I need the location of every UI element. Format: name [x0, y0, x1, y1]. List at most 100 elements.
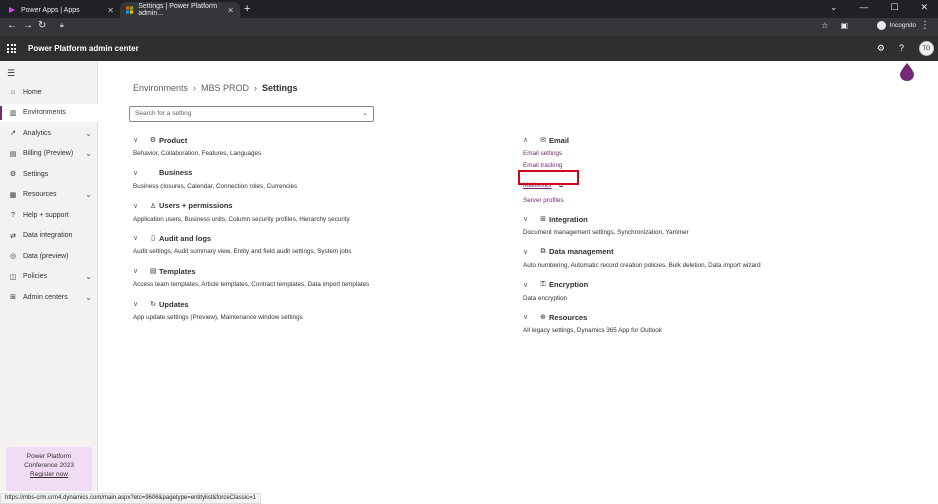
chevron-down-icon[interactable]: ∨ [133, 300, 143, 308]
group-header[interactable]: ∧ ✉ Email [523, 135, 569, 145]
help-icon: ? [11, 211, 15, 219]
help-icon[interactable]: ? [899, 43, 904, 54]
server-profiles-link[interactable]: Server profiles [523, 197, 569, 204]
sidebar-item-billing-preview[interactable]: ▤ Billing (Preview) ⌄ [0, 145, 98, 163]
chevron-down-icon[interactable]: ∨ [133, 267, 143, 275]
sidebar-item-policies[interactable]: ◫ Policies ⌄ [0, 268, 98, 286]
group-title: Encryption [549, 280, 589, 290]
email-settings-link[interactable]: Email settings [523, 150, 569, 157]
group-title: Users + permissions [159, 201, 233, 211]
windows-icon: ⊞ [540, 216, 546, 223]
chevron-down-icon[interactable]: ∨ [133, 136, 143, 144]
chevron-down-icon[interactable]: ∨ [133, 202, 143, 210]
sidebar-item-label: Data integration [23, 232, 73, 239]
incognito-icon [876, 21, 886, 30]
group-title: Business [159, 168, 193, 178]
group-header[interactable]: ∨ Business [133, 168, 297, 178]
chevron-down-icon[interactable]: ⌄ [85, 272, 92, 281]
sidebar-item-label: Home [23, 88, 42, 96]
side-panel-icon[interactable]: ▣ [840, 21, 848, 30]
group-header[interactable]: ∨ ⊞ Integration [523, 214, 689, 224]
gear-icon: ⚙ [9, 171, 17, 178]
hamburger-icon[interactable]: ☰ [7, 68, 15, 79]
chevron-down-icon[interactable]: ⌄ [362, 109, 368, 117]
settings-group-data-management: ∨ ⧉ Data management Auto numbering, Automat… [523, 247, 761, 269]
reload-icon[interactable]: ↻ [38, 20, 46, 31]
group-header[interactable]: ∨ ▤ Templates [133, 266, 369, 276]
avatar[interactable]: TG [919, 41, 934, 56]
promo-line-2: Conference 2023 [24, 462, 74, 469]
email-tracking-link[interactable]: Email tracking [523, 162, 569, 169]
tab-label: Power Apps | Apps [21, 6, 80, 14]
tab-label: Settings | Power Platform admin... [138, 3, 218, 17]
chevron-down-icon[interactable]: ⌄ [85, 129, 92, 138]
sidebar-item-environments[interactable]: ▥ Environments [0, 103, 98, 122]
close-tab-icon[interactable]: ✕ [227, 6, 234, 15]
group-title: Data management [549, 247, 614, 257]
chevron-down-icon[interactable]: ∨ [133, 169, 143, 177]
close-tab-icon[interactable]: ✕ [107, 6, 114, 15]
sidebar-item-home[interactable]: ⌂ Home [0, 83, 98, 101]
lock-icon[interactable]: 🔒︎ [60, 22, 64, 30]
group-header[interactable]: ∨ ♙ Users + permissions [133, 201, 350, 211]
forward-icon[interactable]: → [23, 20, 33, 31]
incognito-badge[interactable]: Incognito [876, 21, 916, 30]
chevron-down-icon[interactable]: ⌄ [85, 293, 92, 302]
mail-icon: ✉ [540, 137, 546, 144]
close-window-icon[interactable]: ✕ [920, 2, 928, 13]
chevron-down-icon[interactable]: ∨ [523, 313, 533, 321]
minimize-icon[interactable]: — [859, 2, 868, 13]
browser-menu-icon[interactable]: ⋮ [920, 20, 930, 31]
bookmark-star-icon[interactable]: ☆ [821, 21, 828, 30]
highlight-box [518, 170, 579, 185]
sidebar-item-data-integration[interactable]: ⇄ Data integration [0, 227, 98, 245]
sidebar-item-data-preview[interactable]: ◎ Data (preview) [0, 247, 98, 265]
globe-icon: ⊕ [540, 314, 546, 322]
billing-icon: ▤ [9, 150, 17, 158]
tab-search-icon[interactable]: ⌄ [830, 2, 838, 13]
tab-settings[interactable]: Settings | Power Platform admin... ✕ [120, 2, 240, 18]
refresh-icon: ↻ [150, 301, 156, 308]
group-title: Email [549, 135, 570, 145]
chevron-down-icon[interactable]: ∨ [523, 281, 533, 289]
sidebar-item-resources[interactable]: ▦ Resources ⌄ [0, 186, 98, 204]
settings-group-users-permissions: ∨ ♙ Users + permissions Application users, … [133, 201, 350, 223]
chevron-down-icon[interactable]: ∨ [133, 234, 143, 242]
sidebar-item-help-support[interactable]: ? Help + support [0, 206, 98, 224]
group-header[interactable]: ∨ ▯ Audit and logs [133, 233, 351, 243]
chevron-down-icon[interactable]: ∨ [523, 248, 533, 256]
group-header[interactable]: ∨ ⚿ Encryption [523, 280, 588, 290]
chevron-down-icon[interactable]: ⌄ [85, 190, 92, 199]
chevron-down-icon[interactable]: ∨ [523, 215, 533, 223]
breadcrumb-environments[interactable]: Environments [133, 83, 188, 93]
sidebar-item-admin-centers[interactable]: ⊞ Admin centers ⌄ [0, 288, 98, 306]
main-content: Environments › MBS PROD › Settings Searc… [98, 61, 938, 491]
group-header[interactable]: ∨ ⧉ Data management [523, 247, 761, 257]
chevron-down-icon[interactable]: ⌄ [85, 149, 92, 158]
group-header[interactable]: ∨ ⚙ Product [133, 135, 261, 145]
breadcrumb-environment[interactable]: MBS PROD [201, 83, 249, 93]
app-header: Power Platform admin center ⚙ ? TG [0, 36, 938, 61]
app-title[interactable]: Power Platform admin center [28, 44, 139, 53]
gear-icon[interactable]: ⚙ [877, 43, 885, 54]
search-input[interactable]: Search for a setting ⌄ [129, 106, 374, 122]
maximize-icon[interactable]: ☐ [890, 2, 898, 13]
tab-power-apps[interactable]: Power Apps | Apps ✕ [2, 2, 120, 18]
sidebar-item-settings[interactable]: ⚙ Settings [0, 165, 98, 183]
gear-icon: ⚙ [149, 137, 157, 144]
sidebar-item-analytics[interactable]: ↗ Analytics ⌄ [0, 124, 98, 142]
settings-group-integration: ∨ ⊞ Integration Document management setting… [523, 214, 689, 237]
data-management-icon: ⧉ [540, 247, 546, 255]
mailboxes-link-wrapper: Mailboxes ⧉ [518, 170, 579, 192]
back-icon[interactable]: ← [7, 20, 17, 31]
settings-group-resources: ∨ ⊕ Resources All legacy settings, Dynamics… [523, 312, 662, 335]
sidebar-item-label: Data (preview) [23, 252, 69, 260]
group-header[interactable]: ∨ ↻ Updates [133, 299, 303, 309]
group-header[interactable]: ∨ ⊕ Resources [523, 312, 662, 322]
breadcrumb-separator: › [254, 83, 258, 93]
lock-icon: ⚿ [540, 280, 546, 288]
chevron-up-icon[interactable]: ∧ [523, 136, 533, 144]
app-launcher-icon[interactable] [7, 44, 16, 53]
new-tab-icon[interactable]: + [244, 3, 250, 15]
register-now-link[interactable]: Register now [30, 471, 68, 478]
